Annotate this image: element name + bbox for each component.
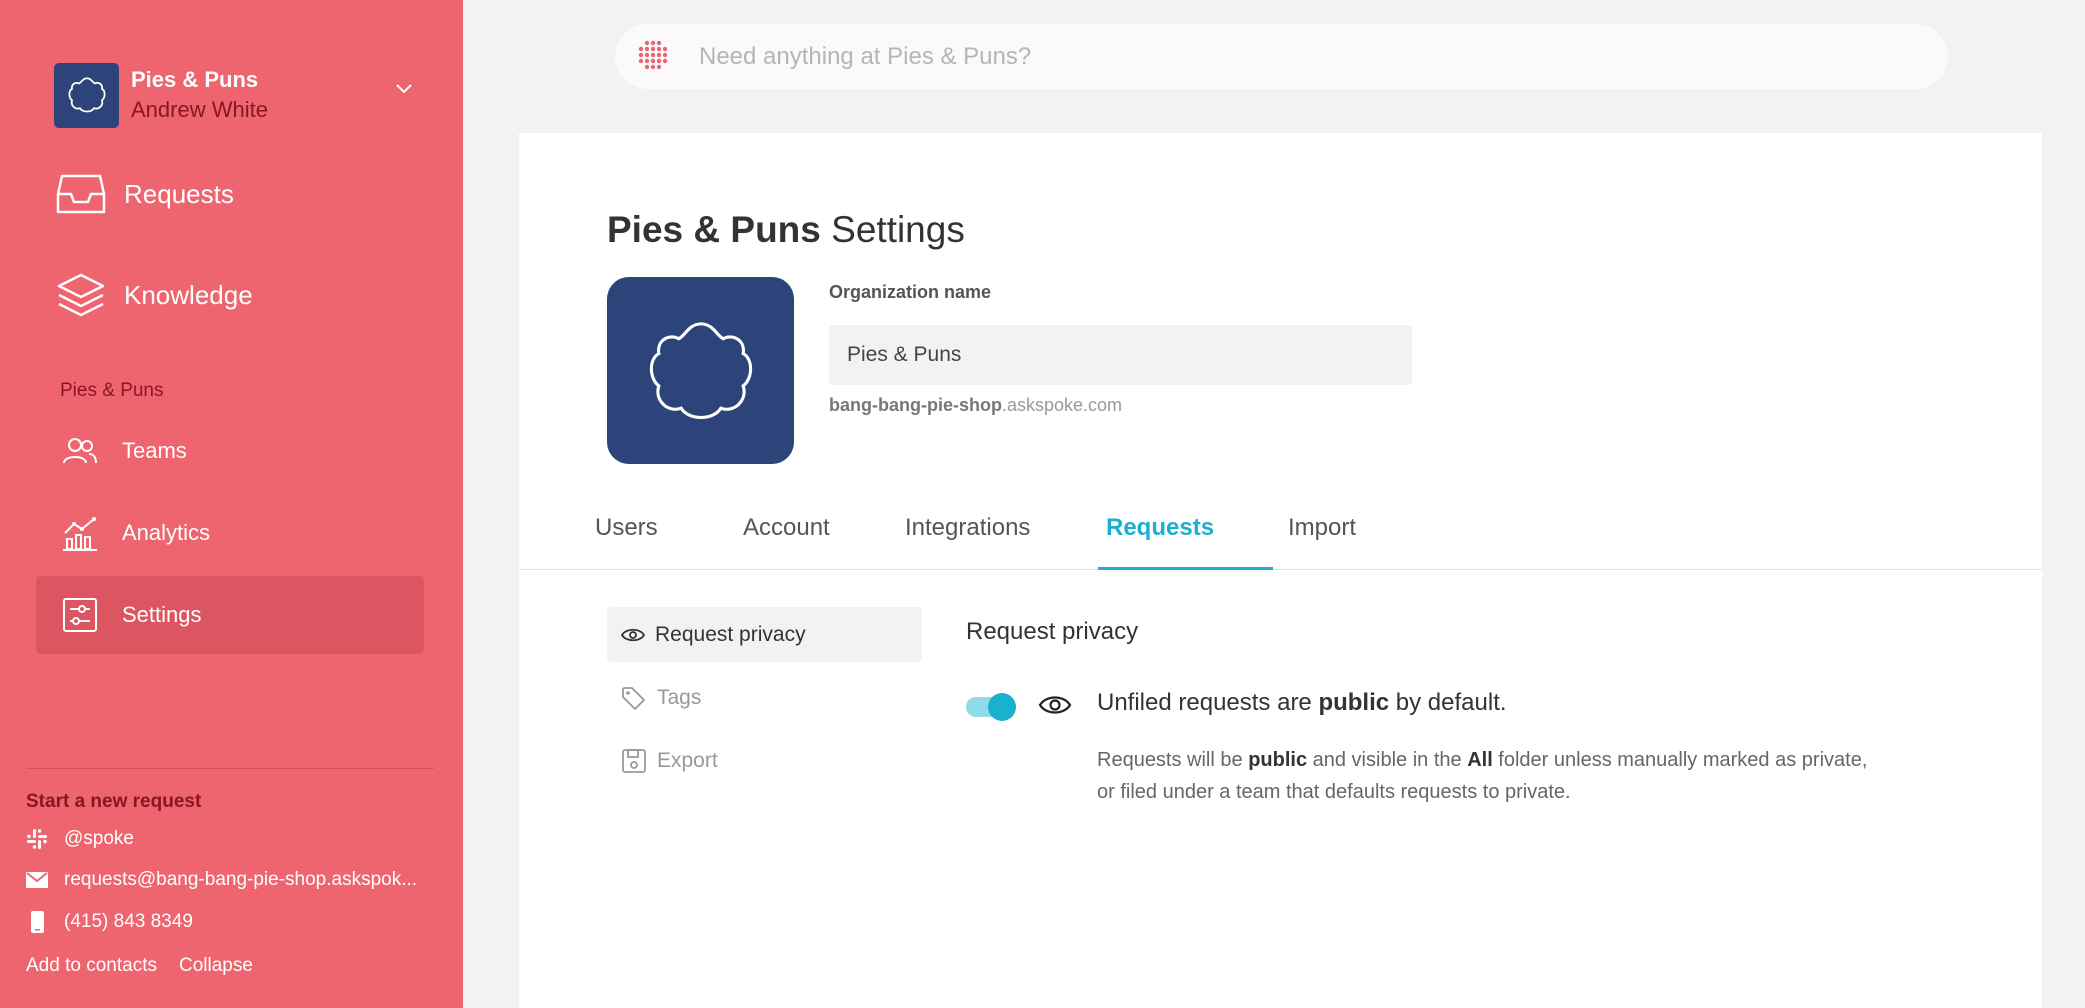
org-name-input[interactable] — [829, 325, 1412, 385]
tab-requests[interactable]: Requests — [1098, 503, 1273, 570]
subnav-tags[interactable]: Tags — [607, 670, 922, 725]
privacy-heading: Unfiled requests are public by default. — [1097, 689, 1507, 717]
nav-knowledge[interactable]: Knowledge — [56, 265, 253, 325]
add-to-contacts-link[interactable]: Add to contacts — [26, 955, 157, 977]
contact-email[interactable]: requests@bang-bang-pie-shop.askspok... — [26, 869, 436, 891]
privacy-heading-pre: Unfiled requests are — [1097, 689, 1319, 716]
phone-icon — [31, 911, 44, 933]
flower-logo-icon — [68, 77, 105, 113]
subdomain-suffix: .askspoke.com — [1001, 395, 1123, 415]
nav-analytics[interactable]: Analytics — [36, 494, 424, 572]
settings-card: Pies & Puns Settings Organization name b… — [519, 133, 2042, 1008]
save-icon — [622, 748, 646, 773]
nav-teams[interactable]: Teams — [36, 412, 424, 490]
nav-settings-label: Settings — [122, 602, 202, 627]
desc-p1: Requests will be — [1097, 749, 1249, 771]
toggle-knob — [988, 693, 1016, 721]
layers-icon — [57, 273, 105, 317]
mail-icon — [26, 872, 48, 888]
privacy-toggle[interactable] — [966, 693, 1016, 721]
subnav-tags-label: Tags — [657, 685, 702, 709]
contact-slack-text: @spoke — [64, 828, 134, 849]
contact-slack[interactable]: @spoke — [26, 828, 436, 850]
spoke-dots-icon — [638, 40, 668, 69]
page-title-suffix: Settings — [831, 209, 965, 250]
subnav-export[interactable]: Export — [607, 733, 922, 788]
subdomain-bold: bang-bang-pie-shop — [829, 395, 1002, 415]
nav-settings[interactable]: Settings — [36, 576, 424, 654]
org-logo-upload[interactable] — [607, 277, 794, 464]
contact-phone-text: (415) 843 8349 — [64, 911, 193, 932]
contact-email-text: requests@bang-bang-pie-shop.askspok... — [64, 869, 418, 890]
page-title: Pies & Puns Settings — [607, 209, 965, 251]
nav-analytics-label: Analytics — [122, 520, 211, 545]
tab-account[interactable]: Account — [735, 503, 838, 570]
desc-p2: and visible in the — [1307, 749, 1468, 771]
nav-requests[interactable]: Requests — [56, 164, 234, 224]
start-request-label: Start a new request — [26, 791, 202, 812]
subnav-request-privacy[interactable]: Request privacy — [607, 607, 922, 662]
inbox-icon — [56, 174, 106, 214]
org-name: Pies & Puns — [131, 67, 259, 93]
nav-requests-label: Requests — [124, 178, 234, 209]
eye-icon — [621, 628, 645, 641]
org-section-label: Pies & Puns — [60, 380, 164, 401]
eye-icon — [1038, 696, 1072, 714]
tab-users[interactable]: Users — [587, 503, 666, 570]
desc-b1: public — [1248, 749, 1308, 771]
subnav-request-privacy-label: Request privacy — [655, 622, 806, 646]
collapse-link[interactable]: Collapse — [179, 955, 253, 977]
slack-icon — [27, 829, 47, 849]
search-input[interactable] — [699, 42, 1799, 71]
sidebar: Pies & Puns Andrew White Requests Knowle… — [0, 0, 463, 1008]
subdomain-text: bang-bang-pie-shop.askspoke.com — [829, 395, 1122, 416]
nav-teams-label: Teams — [122, 438, 187, 463]
org-avatar — [54, 62, 119, 128]
privacy-heading-bold: public — [1318, 689, 1390, 716]
user-name: Andrew White — [131, 97, 268, 122]
chart-icon — [63, 517, 97, 551]
people-icon — [63, 438, 97, 464]
org-switcher[interactable]: Pies & Puns Andrew White — [54, 62, 414, 128]
flower-logo-icon — [649, 321, 752, 419]
sliders-icon — [63, 598, 97, 632]
sidebar-divider — [26, 768, 434, 769]
desc-b2: All — [1467, 749, 1493, 771]
subnav-export-label: Export — [657, 748, 718, 772]
search-bar[interactable] — [615, 24, 1948, 89]
tag-icon — [622, 686, 645, 710]
settings-tabs: Users Account Integrations Requests Impo… — [519, 503, 2042, 570]
tab-integrations[interactable]: Integrations — [897, 503, 1038, 570]
privacy-heading-post: by default. — [1389, 689, 1507, 716]
contact-phone[interactable]: (415) 843 8349 — [26, 910, 436, 934]
page-title-org: Pies & Puns — [607, 209, 821, 250]
tab-import[interactable]: Import — [1280, 503, 1364, 570]
org-name-label: Organization name — [829, 282, 992, 302]
section-title: Request privacy — [966, 618, 1139, 645]
nav-knowledge-label: Knowledge — [124, 279, 253, 310]
chevron-down-icon[interactable] — [394, 82, 414, 96]
privacy-description: Requests will be public and visible in t… — [1097, 744, 1887, 808]
